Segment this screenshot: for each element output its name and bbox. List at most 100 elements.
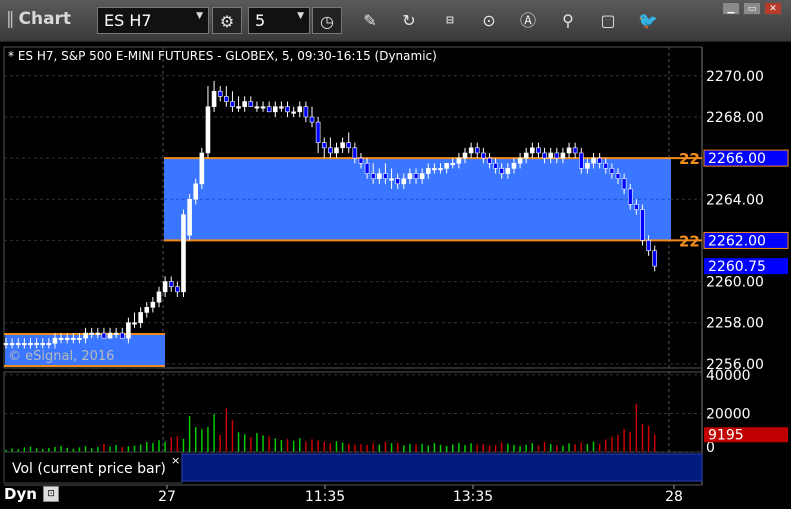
candle-body (530, 147, 535, 154)
candle-body (46, 343, 52, 346)
candle-body (156, 291, 162, 303)
candle-body (603, 162, 609, 169)
candle-body (113, 332, 119, 335)
clock-icon[interactable]: ◷ (312, 7, 342, 34)
candle-body (591, 157, 596, 164)
alert-icon[interactable]: Ⓐ (513, 7, 543, 34)
candle-body (236, 106, 241, 109)
candle-body (266, 106, 272, 113)
volume-series-label: Vol (current price bar) (12, 461, 166, 477)
toolbar: ‖ Chart ES H7 ▼ ⚙ 5 ▼ ◷ ✎ ↻ ⊟ ⊙ Ⓐ ⚲ ▢ 🐦 ▁ ▭… (0, 0, 791, 42)
y-tick-label: 2260.00 (706, 275, 764, 291)
refresh-icon[interactable]: ↻ (394, 7, 424, 34)
candle-body (566, 147, 572, 154)
candle-body (493, 162, 498, 169)
close-icon[interactable]: ✕ (764, 2, 782, 15)
play-icon[interactable]: ⊙ (474, 7, 504, 34)
drag-handle-icon[interactable]: ‖ (6, 9, 15, 29)
x-tick-label: 27 (158, 489, 176, 505)
candle-body (297, 106, 303, 113)
candle-body (444, 162, 449, 169)
candle-body (272, 106, 278, 113)
chevron-down-icon: ▼ (297, 11, 304, 21)
x-tick-label: 28 (665, 489, 683, 505)
symbol-select[interactable]: ES H7 ▼ (97, 7, 209, 34)
candle-body (187, 198, 192, 236)
dyn-mode-label[interactable]: Dyn (4, 485, 37, 503)
app-title-label: Chart (18, 9, 72, 29)
candle-body (523, 152, 529, 159)
candle-body (15, 343, 21, 346)
candle-body (230, 101, 235, 107)
volume-tick-label: 20000 (706, 406, 751, 422)
candle-body (432, 168, 437, 171)
volume-pane (3, 371, 703, 453)
candle-body (364, 162, 370, 174)
candle-body (260, 106, 266, 109)
watermark: © eSignal, 2016 (8, 349, 114, 364)
twitter-icon[interactable]: 🐦 (633, 7, 663, 34)
get-icon[interactable]: ⊟ (435, 7, 465, 34)
candle-body (634, 204, 639, 210)
candle-body (468, 147, 474, 154)
settings-icon[interactable]: ⚙ (212, 7, 242, 34)
chevron-down-icon: ▼ (196, 11, 203, 21)
candle-body (309, 116, 315, 123)
pencil-icon[interactable]: ✎ (355, 7, 385, 34)
candle-body (511, 162, 517, 169)
candle-body (303, 106, 309, 118)
candle-body (640, 209, 645, 241)
candle-body (560, 152, 566, 159)
candle-body (64, 337, 70, 340)
candle-body (383, 173, 388, 179)
candle-body (328, 147, 333, 154)
candle-body (71, 337, 76, 340)
candle-body (138, 312, 143, 324)
chart-header: * ES H7, S&P 500 E-MINI FUTURES - GLOBEX… (8, 49, 437, 63)
candle-body (242, 101, 247, 107)
candle-body (217, 90, 223, 97)
candle-body (407, 173, 413, 179)
candle-body (52, 337, 58, 344)
candle-body (554, 152, 560, 159)
candle-body (487, 157, 492, 164)
candle-body (175, 286, 180, 293)
lock-icon[interactable]: ⊡ (43, 486, 59, 502)
candle-body (585, 162, 590, 169)
interval-select[interactable]: 5 ▼ (248, 7, 310, 34)
candle-body (119, 332, 125, 339)
candle-body (419, 173, 425, 179)
candle-body (126, 322, 131, 339)
candle-body (248, 101, 254, 107)
minimize-icon[interactable]: ▁ (722, 2, 740, 15)
candle-body (107, 332, 113, 339)
zone-top-price-tag-label: 2266.00 (708, 151, 766, 167)
price-chart[interactable]: 2270.00 2268.00 2266.00 2264.00 2262.00 2260.… (0, 42, 791, 509)
candle-body (542, 152, 547, 159)
y-tick-label: 2258.00 (706, 316, 764, 332)
x-tick-label: 11:35 (305, 489, 345, 505)
candle-body (321, 142, 327, 149)
candle-body (450, 162, 456, 166)
candle-body (150, 301, 156, 308)
candle-body (370, 173, 376, 179)
comment-icon[interactable]: ▢ (593, 7, 623, 34)
zone-label-top: 22 (679, 150, 700, 168)
candle-body (285, 106, 290, 113)
candle-body (77, 337, 82, 340)
candle-body (181, 214, 186, 293)
candle-body (377, 173, 382, 179)
candle-body (536, 147, 541, 154)
candle-body (517, 157, 523, 164)
link-icon[interactable]: ⚲ (553, 7, 583, 34)
y-tick-label: 2264.00 (706, 192, 764, 208)
candle-body (548, 152, 553, 159)
symbol-value: ES H7 (104, 11, 152, 30)
y-tick-label: 2270.00 (706, 69, 764, 85)
candle-body (578, 152, 584, 169)
candle-body (22, 343, 27, 346)
y-tick-label: 2268.00 (706, 110, 764, 126)
candle-body (205, 106, 211, 154)
candle-body (401, 178, 407, 185)
maximize-icon[interactable]: ▭ (743, 2, 761, 15)
